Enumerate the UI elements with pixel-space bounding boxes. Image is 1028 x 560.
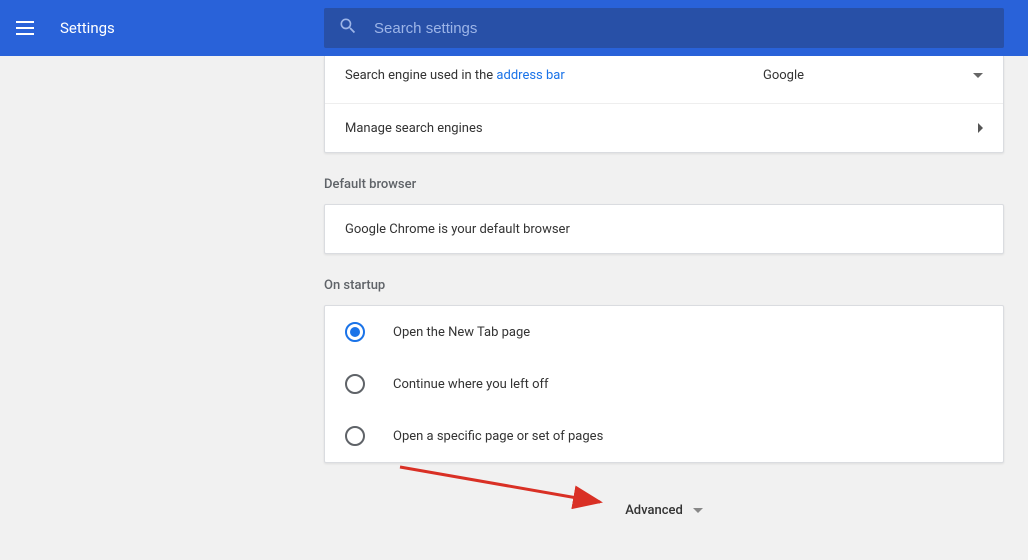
chevron-down-icon bbox=[693, 508, 703, 513]
default-browser-card: Google Chrome is your default browser bbox=[324, 204, 1004, 254]
advanced-toggle[interactable]: Advanced bbox=[324, 487, 1004, 534]
on-startup-card: Open the New Tab page Continue where you… bbox=[324, 305, 1004, 463]
startup-option-new-tab[interactable]: Open the New Tab page bbox=[325, 306, 1003, 358]
default-browser-row: Google Chrome is your default browser bbox=[325, 205, 1003, 253]
default-browser-section-label: Default browser bbox=[324, 177, 1004, 192]
dropdown-caret-icon bbox=[973, 73, 983, 78]
search-engine-value: Google bbox=[763, 68, 804, 83]
manage-search-engines-row[interactable]: Manage search engines bbox=[325, 104, 1003, 152]
search-icon bbox=[338, 16, 358, 40]
advanced-label: Advanced bbox=[625, 503, 683, 518]
radio-selected-icon[interactable] bbox=[345, 322, 365, 342]
startup-option-continue[interactable]: Continue where you left off bbox=[325, 358, 1003, 410]
app-header: Settings bbox=[0, 0, 1028, 56]
search-engine-label-text: Search engine used in the bbox=[345, 68, 496, 83]
startup-option-label: Continue where you left off bbox=[393, 377, 549, 392]
radio-unselected-icon[interactable] bbox=[345, 426, 365, 446]
radio-unselected-icon[interactable] bbox=[345, 374, 365, 394]
search-container[interactable] bbox=[324, 8, 1004, 48]
manage-search-engines-label: Manage search engines bbox=[345, 121, 483, 136]
chevron-right-icon bbox=[978, 123, 983, 133]
menu-icon[interactable] bbox=[16, 16, 40, 40]
settings-content: Search engine used in the address bar Go… bbox=[324, 56, 1004, 534]
page-title: Settings bbox=[60, 19, 115, 37]
search-engine-dropdown[interactable]: Google bbox=[763, 68, 983, 83]
search-engine-card: Search engine used in the address bar Go… bbox=[324, 56, 1004, 153]
startup-option-label: Open the New Tab page bbox=[393, 325, 530, 340]
default-browser-message: Google Chrome is your default browser bbox=[345, 222, 570, 237]
startup-option-specific[interactable]: Open a specific page or set of pages bbox=[325, 410, 1003, 462]
startup-option-label: Open a specific page or set of pages bbox=[393, 429, 603, 444]
address-bar-link[interactable]: address bar bbox=[496, 68, 564, 83]
search-input[interactable] bbox=[374, 20, 990, 37]
search-engine-row[interactable]: Search engine used in the address bar Go… bbox=[325, 56, 1003, 104]
search-engine-label: Search engine used in the address bar bbox=[345, 68, 565, 83]
on-startup-section-label: On startup bbox=[324, 278, 1004, 293]
